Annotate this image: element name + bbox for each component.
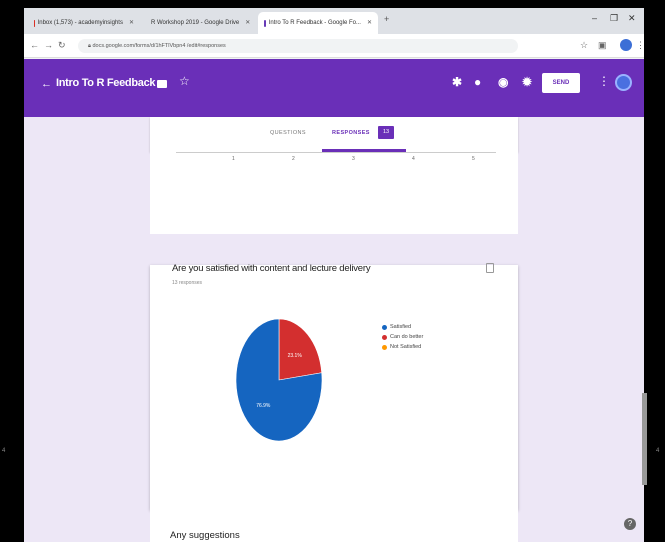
- legend-label: Not Satisfied: [390, 344, 422, 350]
- address-bar: ← → ↻ 🔒︎ docs.google.com/forms/d/1hFTlVb…: [24, 34, 644, 58]
- copy-chart-icon[interactable]: [486, 263, 494, 273]
- legend-swatch: [382, 324, 387, 330]
- question-title: Any suggestions: [170, 530, 240, 541]
- legend-item: Can do better: [382, 332, 423, 342]
- tab-questions[interactable]: QUESTIONS: [270, 130, 306, 136]
- send-button[interactable]: SEND: [542, 73, 580, 93]
- avatar[interactable]: [615, 74, 632, 91]
- preview-eye-icon[interactable]: ◉: [498, 75, 508, 89]
- forms-header: ← Intro To R Feedback ☆ ✱ ● ◉ ✹ SEND ⋮: [24, 59, 644, 117]
- response-count-badge: 13: [378, 126, 394, 139]
- legend-item: Satisfied: [382, 322, 423, 332]
- bezel-label: 4: [656, 448, 660, 454]
- chart-legend: Satisfied Can do better Not Satisfied: [382, 322, 423, 352]
- browser-tab-forms[interactable]: Intro To R Feedback - Google Fo... ✕: [258, 12, 378, 34]
- tabs-card: QUESTIONS RESPONSES 13: [150, 117, 518, 152]
- browser-tab-drive[interactable]: R Workshop 2019 - Google Drive ✕: [142, 12, 256, 34]
- form-title[interactable]: Intro To R Feedback: [56, 77, 156, 89]
- reload-icon[interactable]: ↻: [58, 40, 66, 51]
- profile-icon[interactable]: [620, 39, 632, 51]
- chart-axis: [176, 152, 496, 153]
- minimize-icon[interactable]: –: [592, 13, 597, 23]
- forward-icon[interactable]: →: [44, 40, 53, 50]
- palette-icon[interactable]: ●: [474, 75, 481, 89]
- tab-label: Inbox (1,573) - academyinsights: [37, 20, 123, 26]
- legend-label: Can do better: [390, 334, 424, 340]
- tab-responses[interactable]: RESPONSES: [332, 130, 370, 136]
- new-tab-icon[interactable]: +: [384, 14, 389, 24]
- back-icon[interactable]: ←: [30, 40, 39, 50]
- next-question-card: Any suggestions: [150, 506, 518, 542]
- folder-icon[interactable]: [157, 80, 167, 88]
- back-arrow-icon[interactable]: ←: [41, 78, 52, 90]
- url-text: docs.google.com/forms/d/1hFTlVbpn4 /edit…: [92, 43, 226, 49]
- browser-tab-gmail[interactable]: Inbox (1,573) - academyinsights ✕: [28, 12, 140, 34]
- close-icon[interactable]: ✕: [245, 12, 250, 34]
- pie-chart: 23.1% 76.9%: [235, 318, 323, 442]
- tab-strip: Inbox (1,573) - academyinsights ✕ R Work…: [24, 8, 644, 34]
- question-title: Are you satisfied with content and lectu…: [172, 263, 371, 274]
- question-summary: Are you satisfied with content and lectu…: [150, 156, 518, 442]
- slice-label: 76.9%: [256, 403, 271, 409]
- chrome-menu-icon[interactable]: ⋮: [636, 40, 644, 51]
- close-icon[interactable]: ✕: [129, 12, 134, 34]
- window-close-icon[interactable]: ✕: [628, 13, 636, 24]
- help-icon[interactable]: ?: [624, 518, 636, 530]
- screen: 4 4 Inbox (1,573) - academyinsights ✕ R …: [0, 0, 665, 542]
- legend-item: Not Satisfied: [382, 342, 423, 352]
- addon-icon[interactable]: ✱: [452, 75, 462, 89]
- pie-slice: [278, 318, 323, 381]
- legend-swatch: [382, 344, 387, 350]
- more-options-icon[interactable]: ⋮: [598, 74, 610, 88]
- forms-icon: [264, 19, 266, 27]
- slice-label: 23.1%: [288, 353, 303, 359]
- close-icon[interactable]: ✕: [367, 12, 372, 34]
- scrollbar[interactable]: [642, 393, 647, 485]
- tab-label: Intro To R Feedback - Google Fo...: [268, 20, 361, 26]
- bookmark-star-icon[interactable]: ☆: [580, 40, 588, 51]
- bezel-label: 4: [2, 448, 6, 454]
- response-count-text: 13 responses: [172, 280, 203, 286]
- extension-icon[interactable]: ▣: [598, 40, 607, 51]
- tab-label: R Workshop 2019 - Google Drive: [151, 20, 240, 26]
- url-field[interactable]: 🔒︎ docs.google.com/forms/d/1hFTlVbpn4 /e…: [78, 39, 518, 53]
- star-icon[interactable]: ☆: [179, 74, 190, 88]
- legend-label: Satisfied: [390, 324, 412, 330]
- legend-swatch: [382, 334, 387, 340]
- maximize-icon[interactable]: ❐: [610, 13, 618, 24]
- gmail-icon: [34, 19, 35, 27]
- browser-window: Inbox (1,573) - academyinsights ✕ R Work…: [24, 8, 644, 542]
- settings-gear-icon[interactable]: ✹: [522, 75, 532, 89]
